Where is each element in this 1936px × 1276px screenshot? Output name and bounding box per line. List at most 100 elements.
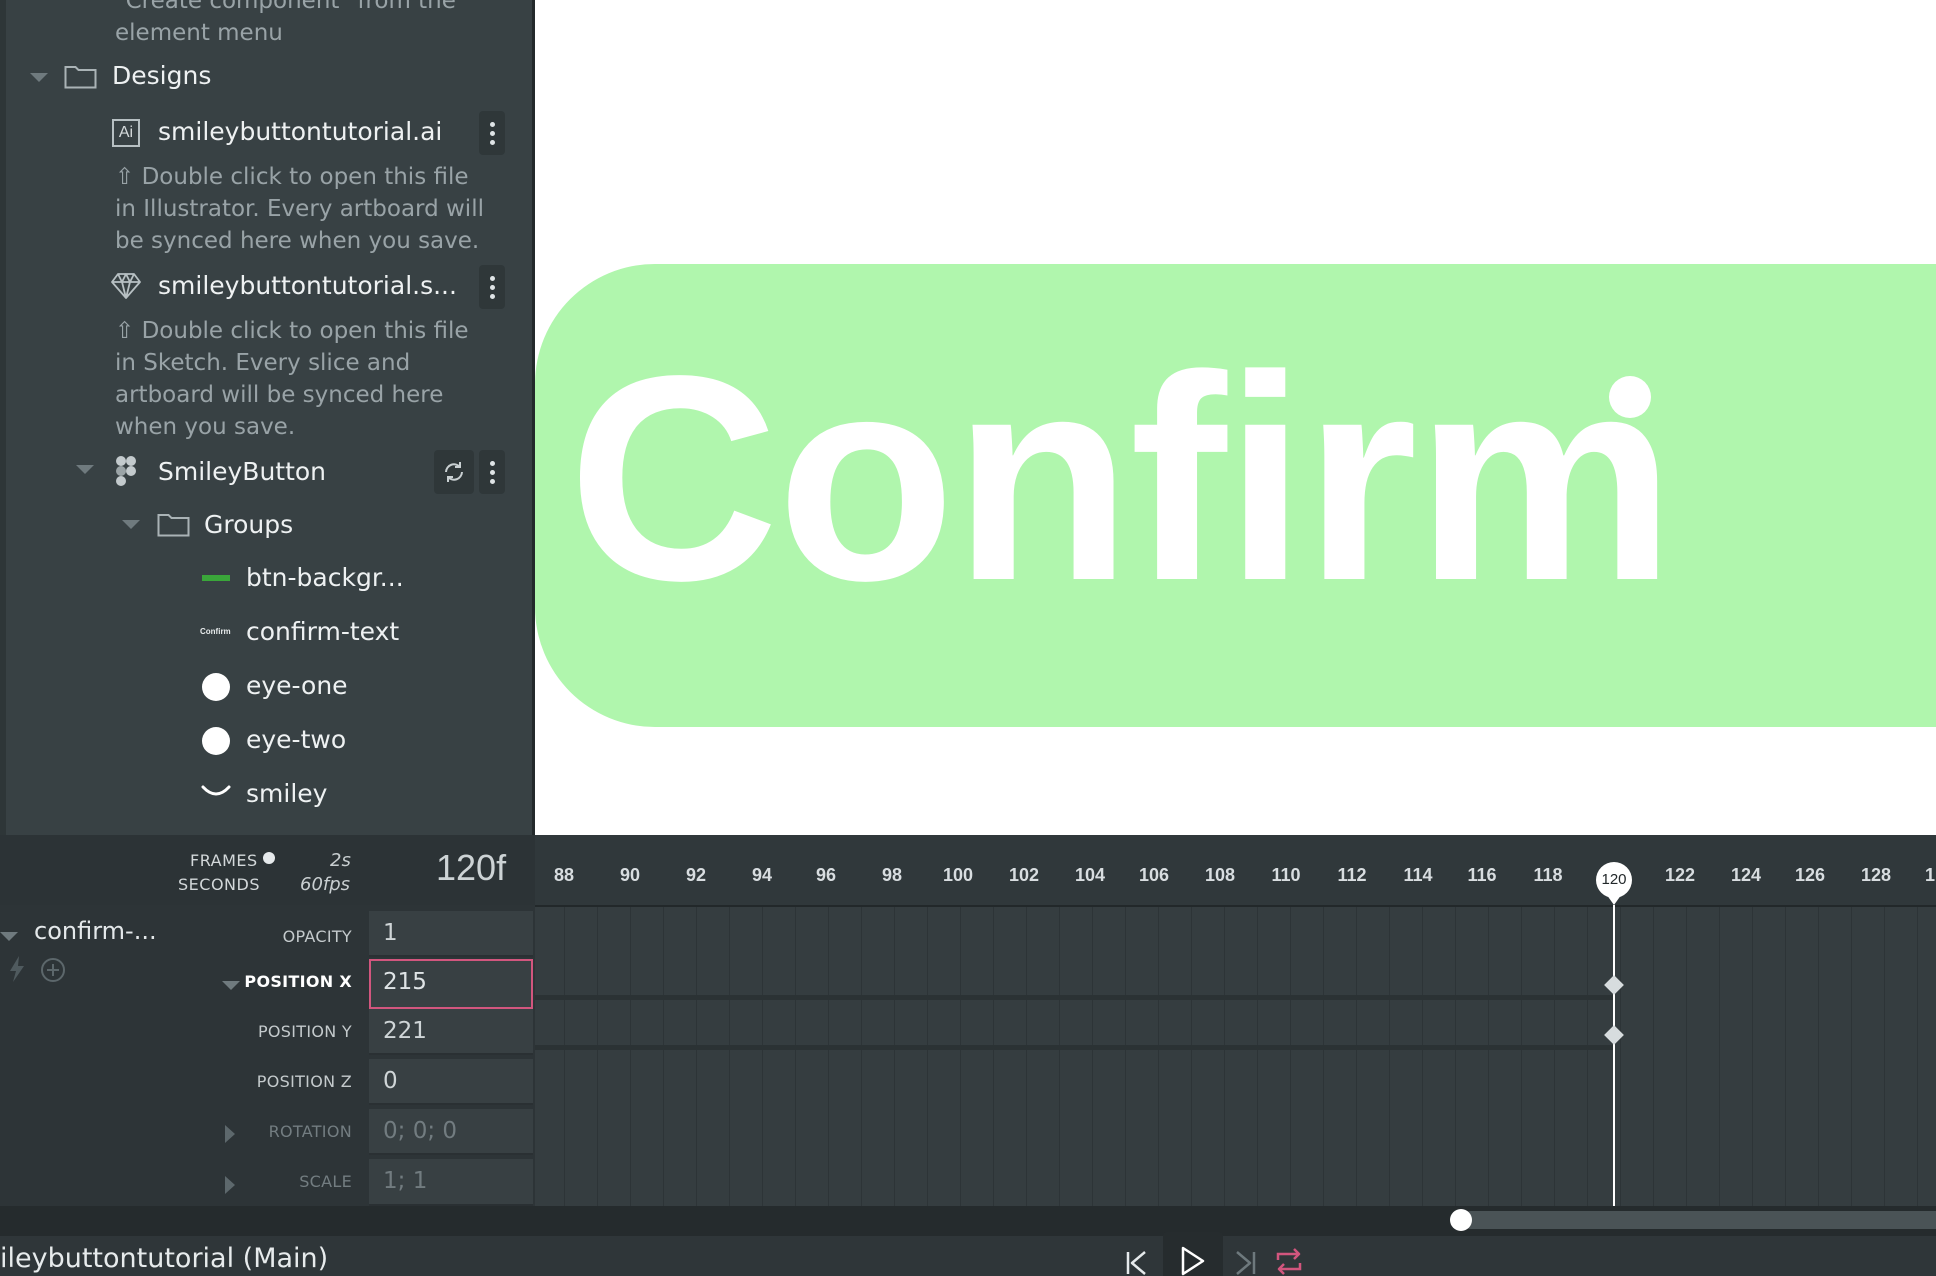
timeline-scroll-handle[interactable] — [1450, 1209, 1472, 1231]
add-property-icon[interactable] — [40, 957, 66, 983]
grid-column — [1257, 907, 1258, 1206]
grid-column — [993, 907, 994, 1206]
position-x-input[interactable]: 215 — [369, 959, 533, 1009]
illustrator-file-icon: Ai — [112, 119, 140, 147]
sketch-note: ⇧ Double click to open this file in Sket… — [115, 315, 469, 443]
frames-label[interactable]: FRAMES — [190, 851, 258, 870]
groups-collapse-toggle[interactable] — [122, 520, 140, 529]
smileybutton-menu-button[interactable] — [479, 450, 505, 494]
tick-label: 124 — [1730, 865, 1762, 885]
play-icon — [1181, 1246, 1205, 1276]
smileybutton-label[interactable]: SmileyButton — [158, 457, 326, 486]
grid-column — [1290, 907, 1291, 1206]
grid-column — [762, 907, 763, 1206]
stage-confirm-text[interactable]: Confirm — [568, 318, 1675, 638]
grid-column — [597, 907, 598, 1206]
position-x-track — [535, 995, 1615, 1000]
skip-to-end-icon[interactable] — [1234, 1249, 1258, 1276]
grid-column — [1884, 907, 1885, 1206]
grid-column — [1785, 907, 1786, 1206]
rotation-label: ROTATION — [268, 1122, 352, 1141]
tick-label: 90 — [619, 865, 641, 885]
grid-column — [1323, 907, 1324, 1206]
rotation-input[interactable]: 0; 0; 0 — [369, 1109, 533, 1155]
illustrator-note: ⇧ Double click to open this file in Illu… — [115, 161, 484, 257]
grid-column — [1422, 907, 1423, 1206]
grid-column — [1818, 907, 1819, 1206]
groups-folder-label[interactable]: Groups — [204, 510, 293, 539]
smileybutton-collapse-toggle[interactable] — [76, 465, 94, 474]
lightning-icon[interactable] — [8, 955, 26, 983]
opacity-input[interactable]: 1 — [369, 911, 533, 957]
timeline-ruler[interactable] — [535, 835, 1936, 905]
grid-column — [1224, 907, 1225, 1206]
position-y-input[interactable]: 221 — [369, 1009, 533, 1055]
sketch-note-line: in Sketch. Every slice and — [115, 350, 411, 376]
element-name[interactable]: confirm-... — [34, 917, 157, 945]
tick-label: 100 — [942, 865, 974, 885]
position-z-input[interactable]: 0 — [369, 1059, 533, 1105]
grid-column — [1851, 907, 1852, 1206]
tick-label: 118 — [1533, 865, 1563, 885]
tick-label: 94 — [751, 865, 773, 885]
grid-column — [1620, 907, 1621, 1206]
element-collapse-toggle[interactable] — [0, 932, 18, 941]
tick-label: 102 — [1008, 865, 1040, 885]
frames-mode-radio[interactable] — [263, 852, 275, 864]
grid-column — [729, 907, 730, 1206]
grid-column — [1752, 907, 1753, 1206]
grid-column — [1686, 907, 1687, 1206]
designs-collapse-toggle[interactable] — [30, 73, 48, 82]
stage-eye-dot[interactable] — [1609, 376, 1651, 418]
illustrator-file-menu-button[interactable] — [479, 111, 505, 155]
grid-column — [564, 907, 565, 1206]
grid-column — [1059, 907, 1060, 1206]
grid-column — [861, 907, 862, 1206]
loop-icon[interactable] — [1273, 1247, 1305, 1276]
tick-label: 1 — [1924, 865, 1936, 885]
layer-eye-two[interactable]: eye-two — [246, 725, 346, 754]
sync-button[interactable] — [434, 450, 474, 494]
play-button[interactable] — [1163, 1232, 1223, 1276]
library-panel: "Create component" from the element menu… — [0, 0, 533, 835]
tick-label: 98 — [881, 865, 903, 885]
fps-value: 60fps — [300, 874, 351, 895]
designs-folder-label[interactable]: Designs — [112, 61, 211, 90]
sketch-note-line: artboard will be synced here — [115, 382, 444, 408]
timeline-scroll-range[interactable] — [1462, 1211, 1936, 1229]
layer-smiley[interactable]: smiley — [246, 779, 327, 808]
stage-canvas[interactable]: Confirm — [535, 0, 1936, 835]
grid-column — [1389, 907, 1390, 1206]
layer-confirm-text[interactable]: confirm-text — [246, 617, 399, 646]
layer-eye-one[interactable]: eye-one — [246, 671, 348, 700]
sketch-note-line: ⇧ Double click to open this file — [115, 318, 469, 344]
illustrator-file-name[interactable]: smileybuttontutorial.ai — [158, 117, 442, 146]
grid-column — [663, 907, 664, 1206]
grid-column — [1521, 907, 1522, 1206]
scale-input[interactable]: 1; 1 — [369, 1159, 533, 1206]
playhead-frame-indicator[interactable]: 120 — [1596, 862, 1632, 898]
grid-column — [1488, 907, 1489, 1206]
grid-column — [1092, 907, 1093, 1206]
skip-to-start-icon[interactable] — [1124, 1249, 1148, 1276]
grid-column — [894, 907, 895, 1206]
sketch-file-menu-button[interactable] — [479, 265, 505, 309]
grid-column — [1026, 907, 1027, 1206]
tick-label: 122 — [1664, 865, 1696, 885]
keyframe-grid[interactable] — [535, 907, 1936, 1206]
eye-two-circle-icon — [202, 727, 230, 755]
current-frame-readout[interactable]: 120f — [436, 847, 506, 889]
sync-icon — [445, 462, 463, 482]
seconds-label[interactable]: SECONDS — [178, 875, 260, 894]
grid-column — [927, 907, 928, 1206]
tick-label: 126 — [1794, 865, 1826, 885]
sketch-note-line: when you save. — [115, 414, 296, 440]
grid-column — [630, 907, 631, 1206]
grid-column — [696, 907, 697, 1206]
layer-btn-background[interactable]: btn-backgr... — [246, 563, 404, 592]
illustrator-note-line: in Illustrator. Every artboard will — [115, 196, 484, 222]
opacity-label: OPACITY — [282, 927, 352, 946]
sketch-file-name[interactable]: smileybuttontutorial.s... — [158, 271, 457, 300]
playhead-line[interactable] — [1613, 905, 1615, 1206]
tick-label: 88 — [553, 865, 575, 885]
